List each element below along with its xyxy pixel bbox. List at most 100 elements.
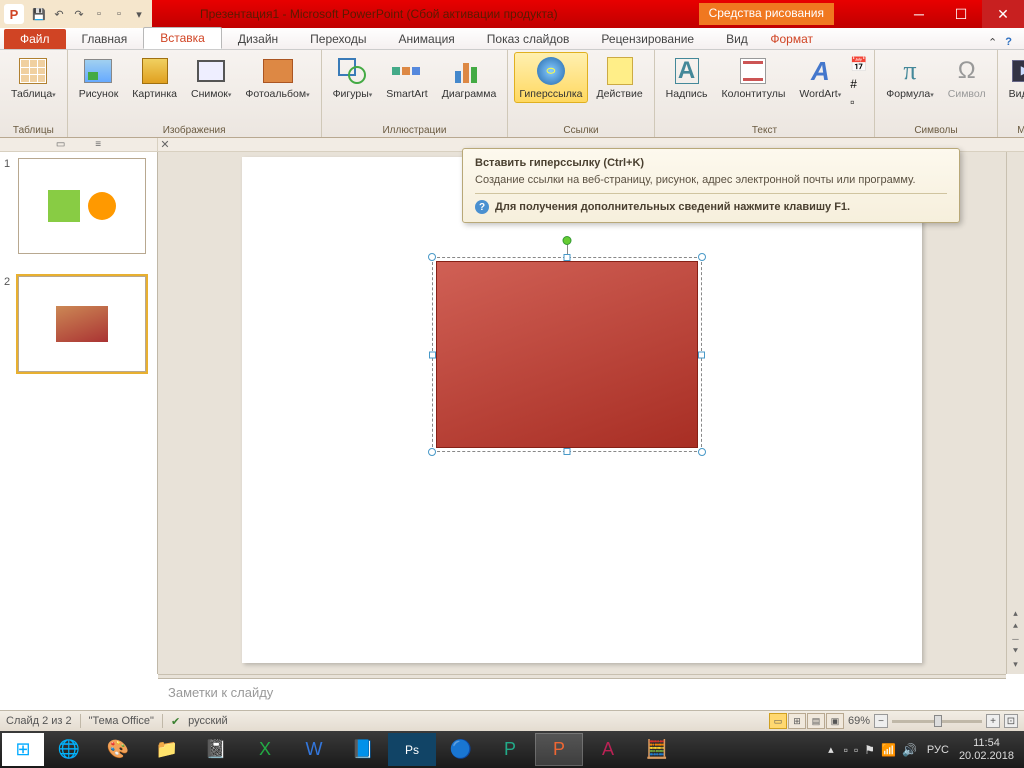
sorter-view-button[interactable]: ⊞ [788, 713, 806, 729]
clipart-button[interactable]: Картинка [127, 52, 182, 103]
slide-canvas-area[interactable] [158, 152, 1006, 674]
video-button[interactable]: Видео [1004, 52, 1024, 104]
app-icon[interactable]: P [4, 4, 24, 24]
next-slide-double-icon[interactable]: ⯆ [1012, 646, 1019, 657]
tab-transitions[interactable]: Переходы [294, 29, 382, 49]
notes-pane[interactable]: Заметки к слайду [158, 678, 1006, 710]
resize-handle[interactable] [564, 448, 571, 455]
taskbar-word-icon[interactable]: W [290, 733, 338, 766]
resize-handle[interactable] [698, 448, 706, 456]
action-button[interactable]: Действие [592, 52, 648, 103]
taskbar-app-icon[interactable]: 📓 [192, 733, 240, 766]
tray-volume-icon[interactable]: 🔊 [902, 743, 917, 757]
resize-handle[interactable] [564, 254, 571, 261]
save-icon[interactable]: 💾 [30, 5, 48, 23]
tab-review[interactable]: Рецензирование [585, 29, 710, 49]
picture-button[interactable]: Рисунок [74, 52, 124, 103]
resize-handle[interactable] [698, 351, 705, 358]
tab-home[interactable]: Главная [66, 29, 144, 49]
rectangle-shape[interactable] [436, 261, 698, 448]
zoom-slider[interactable] [892, 720, 982, 723]
tray-up-icon[interactable]: ▴ [828, 743, 834, 756]
resize-handle[interactable] [428, 448, 436, 456]
taskbar-chrome-icon[interactable]: 🔵 [437, 733, 485, 766]
qat-icon[interactable]: ▫ [110, 5, 128, 23]
spellcheck-icon[interactable]: ✔ [171, 715, 180, 728]
hyperlink-button[interactable]: ⬭Гиперссылка [514, 52, 587, 103]
tab-slideshow[interactable]: Показ слайдов [471, 29, 586, 49]
tray-clock[interactable]: 11:5420.02.2018 [959, 737, 1014, 761]
taskbar-calc-icon[interactable]: 🧮 [633, 733, 681, 766]
close-button[interactable]: ✕ [982, 0, 1024, 28]
taskbar-explorer-icon[interactable]: 📁 [143, 733, 191, 766]
qat-icon[interactable]: ▫ [90, 5, 108, 23]
table-button[interactable]: Таблица [6, 52, 61, 104]
taskbar-photoshop-icon[interactable]: Ps [388, 733, 436, 766]
quick-access-toolbar: P 💾 ↶ ↷ ▫ ▫ ▾ [0, 0, 152, 28]
tab-insert[interactable]: Вставка [143, 27, 222, 49]
status-bar: Слайд 2 из 2 "Тема Office" ✔ русский ▭ ⊞… [0, 710, 1024, 731]
thumbnail-1[interactable]: 1 [4, 158, 153, 254]
maximize-button[interactable]: ☐ [940, 0, 982, 28]
slide-canvas[interactable] [242, 157, 922, 663]
selected-shape[interactable] [432, 257, 702, 452]
reading-view-button[interactable]: ▤ [807, 713, 825, 729]
tab-file[interactable]: Файл [4, 29, 66, 49]
photoalbum-button[interactable]: Фотоальбом [240, 52, 314, 104]
tray-network-icon[interactable]: 📶 [881, 743, 896, 757]
smartart-button[interactable]: SmartArt [381, 52, 432, 103]
tray-lang[interactable]: РУС [927, 744, 949, 756]
taskbar-ie-icon[interactable]: 🌐 [45, 733, 93, 766]
thumbnail-2[interactable]: 2 [4, 276, 153, 372]
qat-dropdown-icon[interactable]: ▾ [130, 5, 148, 23]
slides-tab-icon[interactable]: ▭ [56, 139, 65, 150]
tray-flag-icon[interactable]: ⚑ [864, 743, 875, 757]
resize-handle[interactable] [429, 351, 436, 358]
minimize-button[interactable]: ─ [898, 0, 940, 28]
chart-button[interactable]: Диаграмма [437, 52, 502, 103]
redo-icon[interactable]: ↷ [70, 5, 88, 23]
next-slide-icon[interactable]: ▾ [1013, 659, 1018, 670]
help-icon[interactable]: ? [1005, 36, 1012, 49]
hyperlink-tooltip: Вставить гиперссылку (Ctrl+K) Создание с… [462, 148, 960, 223]
taskbar-paint-icon[interactable]: 🎨 [94, 733, 142, 766]
prev-slide-icon[interactable]: ▴ [1013, 608, 1018, 619]
vertical-scrollbar[interactable]: ▴ ⯅ ─ ⯆ ▾ [1006, 152, 1024, 674]
tray-icon[interactable]: ▫ [854, 743, 858, 757]
equation-button[interactable]: πФормула [881, 52, 939, 104]
resize-handle[interactable] [428, 253, 436, 261]
undo-icon[interactable]: ↶ [50, 5, 68, 23]
tray-icon[interactable]: ▫ [844, 743, 848, 757]
zoom-percent[interactable]: 69% [848, 715, 870, 727]
wordart-button[interactable]: AWordArt [794, 52, 846, 104]
normal-view-button[interactable]: ▭ [769, 713, 787, 729]
slide-number-icon[interactable]: # [850, 77, 868, 91]
taskbar-app-icon[interactable]: 📘 [339, 733, 387, 766]
taskbar-powerpoint-icon[interactable]: P [535, 733, 583, 766]
textbox-button[interactable]: AНадпись [661, 52, 713, 103]
minimize-ribbon-icon[interactable]: ⌃ [988, 36, 997, 49]
fit-window-button[interactable]: ⊡ [1004, 714, 1018, 728]
headerfooter-button[interactable]: Колонтитулы [717, 52, 791, 103]
close-pane-icon[interactable]: ✕ [158, 138, 172, 151]
screenshot-button[interactable]: Снимок [186, 52, 236, 104]
slideshow-view-button[interactable]: ▣ [826, 713, 844, 729]
zoom-out-button[interactable]: − [874, 714, 888, 728]
tab-format[interactable]: Формат [754, 29, 829, 49]
taskbar-publisher-icon[interactable]: P [486, 733, 534, 766]
tab-design[interactable]: Дизайн [222, 29, 294, 49]
prev-slide-double-icon[interactable]: ⯅ [1012, 621, 1019, 632]
zoom-in-button[interactable]: + [986, 714, 1000, 728]
taskbar-access-icon[interactable]: A [584, 733, 632, 766]
object-icon[interactable]: ▫ [850, 95, 868, 109]
taskbar-excel-icon[interactable]: X [241, 733, 289, 766]
shapes-button[interactable]: Фигуры [328, 52, 378, 104]
outline-tab-icon[interactable]: ≡ [95, 139, 101, 150]
slide-thumbnails: 1 2 [0, 152, 158, 674]
rotate-handle[interactable] [563, 236, 572, 245]
tab-animations[interactable]: Анимация [382, 29, 470, 49]
language-label[interactable]: русский [188, 715, 227, 727]
start-button[interactable]: ⊞ [2, 733, 44, 766]
resize-handle[interactable] [698, 253, 706, 261]
date-time-icon[interactable]: 📅 [850, 56, 868, 73]
